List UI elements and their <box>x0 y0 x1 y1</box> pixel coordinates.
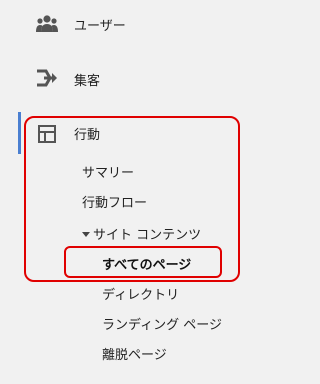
nav-item-label: ユーザー <box>74 19 126 34</box>
nav-subitem-exit-page[interactable]: 離脱ページ <box>102 344 167 363</box>
users-icon <box>36 13 58 35</box>
sidebar-nav: ユーザー 集客 行動 サマリー 行動フロー サイト コンテンツ すべてのページ … <box>0 0 276 384</box>
nav-subitem-directory[interactable]: ディレクトリ <box>102 284 179 303</box>
acquisition-arrows-icon <box>36 67 58 89</box>
nav-item-label: 集客 <box>74 74 101 89</box>
nav-item-users[interactable]: ユーザー <box>0 0 276 48</box>
nav-subitem-landing-page[interactable]: ランディング ページ <box>102 314 222 333</box>
nav-item-acquisition[interactable]: 集客 <box>0 56 276 104</box>
highlight-all-pages <box>64 246 222 278</box>
